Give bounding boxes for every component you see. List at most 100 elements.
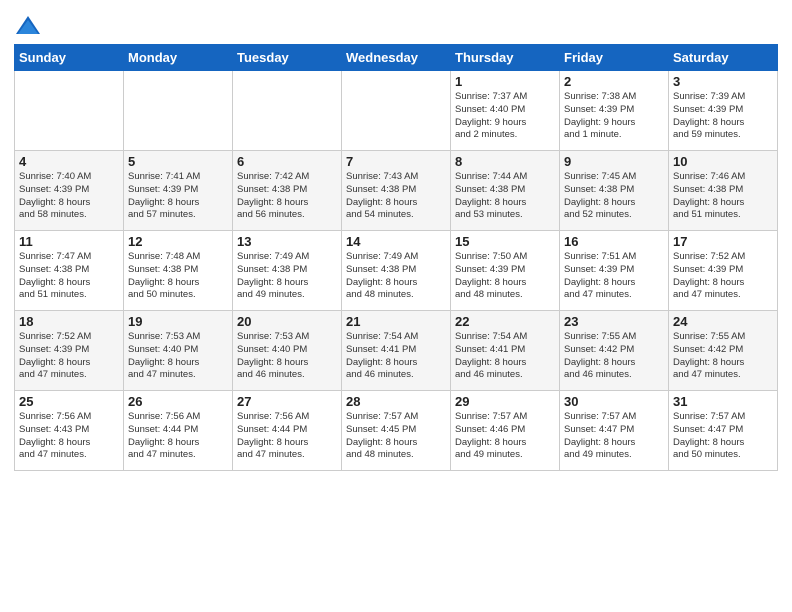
day-number: 12 [128,234,228,249]
day-info: Sunrise: 7:45 AM Sunset: 4:38 PM Dayligh… [564,171,664,222]
calendar-cell: 4Sunrise: 7:40 AM Sunset: 4:39 PM Daylig… [15,151,124,231]
day-info: Sunrise: 7:46 AM Sunset: 4:38 PM Dayligh… [673,171,773,222]
calendar-cell: 10 Sunrise: 7:46 AM Sunset: 4:38 PM Dayli… [669,151,778,231]
day-number: 30 [564,394,664,409]
day-info: Sunrise: 7:53 AM Sunset: 4:40 PM Dayligh… [237,331,337,382]
calendar-cell [233,71,342,151]
day-info: Sunrise: 7:54 AM Sunset: 4:41 PM Dayligh… [455,331,555,382]
day-info: Sunrise: 7:48 AM Sunset: 4:38 PM Dayligh… [128,251,228,302]
day-info: Sunrise: 7:57 AM Sunset: 4:46 PM Dayligh… [455,411,555,462]
calendar-cell: 8 Sunrise: 7:44 AM Sunset: 4:38 PM Daylig… [451,151,560,231]
day-info: Sunrise: 7:37 AM Sunset: 4:40 PM Dayligh… [455,91,555,142]
day-number: 27 [237,394,337,409]
col-header-monday: Monday [124,45,233,71]
calendar-cell: 14 Sunrise: 7:49 AM Sunset: 4:38 PM Dayli… [342,231,451,311]
col-header-wednesday: Wednesday [342,45,451,71]
calendar-cell: 15Sunrise: 7:50 AM Sunset: 4:39 PM Dayli… [451,231,560,311]
day-info: Sunrise: 7:41 AM Sunset: 4:39 PM Dayligh… [128,171,228,222]
day-info: Sunrise: 7:52 AM Sunset: 4:39 PM Dayligh… [673,251,773,302]
day-info: Sunrise: 7:57 AM Sunset: 4:45 PM Dayligh… [346,411,446,462]
day-info: Sunrise: 7:49 AM Sunset: 4:38 PM Dayligh… [237,251,337,302]
day-info: Sunrise: 7:56 AM Sunset: 4:43 PM Dayligh… [19,411,119,462]
calendar-cell [15,71,124,151]
calendar-cell: 13 Sunrise: 7:49 AM Sunset: 4:38 PM Dayli… [233,231,342,311]
day-number: 31 [673,394,773,409]
day-number: 22 [455,314,555,329]
calendar-cell: 25 Sunrise: 7:56 AM Sunset: 4:43 PM Dayli… [15,391,124,471]
calendar-cell: 24 Sunrise: 7:55 AM Sunset: 4:42 PM Dayli… [669,311,778,391]
day-number: 13 [237,234,337,249]
day-number: 1 [455,74,555,89]
calendar-cell: 31Sunrise: 7:57 AM Sunset: 4:47 PM Dayli… [669,391,778,471]
calendar-cell: 6 Sunrise: 7:42 AM Sunset: 4:38 PM Daylig… [233,151,342,231]
day-number: 14 [346,234,446,249]
calendar-cell: 3 Sunrise: 7:39 AM Sunset: 4:39 PM Daylig… [669,71,778,151]
day-info: Sunrise: 7:55 AM Sunset: 4:42 PM Dayligh… [564,331,664,382]
calendar-cell: 28 Sunrise: 7:57 AM Sunset: 4:45 PM Dayli… [342,391,451,471]
col-header-tuesday: Tuesday [233,45,342,71]
day-number: 24 [673,314,773,329]
calendar-cell: 11 Sunrise: 7:47 AM Sunset: 4:38 PM Dayli… [15,231,124,311]
calendar-cell: 2 Sunrise: 7:38 AM Sunset: 4:39 PM Daylig… [560,71,669,151]
day-number: 6 [237,154,337,169]
calendar-cell: 22 Sunrise: 7:54 AM Sunset: 4:41 PM Dayli… [451,311,560,391]
day-info: Sunrise: 7:39 AM Sunset: 4:39 PM Dayligh… [673,91,773,142]
day-info: Sunrise: 7:40 AM Sunset: 4:39 PM Dayligh… [19,171,119,222]
calendar-cell: 20 Sunrise: 7:53 AM Sunset: 4:40 PM Dayli… [233,311,342,391]
day-number: 28 [346,394,446,409]
day-info: Sunrise: 7:44 AM Sunset: 4:38 PM Dayligh… [455,171,555,222]
day-info: Sunrise: 7:52 AM Sunset: 4:39 PM Dayligh… [19,331,119,382]
day-number: 23 [564,314,664,329]
day-info: Sunrise: 7:47 AM Sunset: 4:38 PM Dayligh… [19,251,119,302]
main-container: SundayMondayTuesdayWednesdayThursdayFrid… [0,0,792,481]
calendar-cell: 29 Sunrise: 7:57 AM Sunset: 4:46 PM Dayli… [451,391,560,471]
calendar-cell: 30Sunrise: 7:57 AM Sunset: 4:47 PM Dayli… [560,391,669,471]
day-number: 29 [455,394,555,409]
calendar-cell: 21Sunrise: 7:54 AM Sunset: 4:41 PM Dayli… [342,311,451,391]
calendar-cell: 12 Sunrise: 7:48 AM Sunset: 4:38 PM Dayli… [124,231,233,311]
col-header-friday: Friday [560,45,669,71]
day-info: Sunrise: 7:55 AM Sunset: 4:42 PM Dayligh… [673,331,773,382]
calendar-cell [342,71,451,151]
col-header-saturday: Saturday [669,45,778,71]
day-info: Sunrise: 7:56 AM Sunset: 4:44 PM Dayligh… [237,411,337,462]
calendar-cell: 18 Sunrise: 7:52 AM Sunset: 4:39 PM Dayli… [15,311,124,391]
calendar-cell: 19 Sunrise: 7:53 AM Sunset: 4:40 PM Dayli… [124,311,233,391]
calendar-cell: 27 Sunrise: 7:56 AM Sunset: 4:44 PM Dayli… [233,391,342,471]
day-number: 16 [564,234,664,249]
day-number: 18 [19,314,119,329]
day-number: 8 [455,154,555,169]
day-info: Sunrise: 7:38 AM Sunset: 4:39 PM Dayligh… [564,91,664,142]
day-number: 17 [673,234,773,249]
day-number: 5 [128,154,228,169]
col-header-sunday: Sunday [15,45,124,71]
calendar-cell [124,71,233,151]
calendar-week-1: 1 Sunrise: 7:37 AM Sunset: 4:40 PM Daylig… [15,71,778,151]
calendar-cell: 26 Sunrise: 7:56 AM Sunset: 4:44 PM Dayli… [124,391,233,471]
day-number: 15 [455,234,555,249]
calendar-cell: 23 Sunrise: 7:55 AM Sunset: 4:42 PM Dayli… [560,311,669,391]
calendar-week-4: 18 Sunrise: 7:52 AM Sunset: 4:39 PM Dayli… [15,311,778,391]
day-info: Sunrise: 7:56 AM Sunset: 4:44 PM Dayligh… [128,411,228,462]
day-number: 7 [346,154,446,169]
calendar-header-row: SundayMondayTuesdayWednesdayThursdayFrid… [15,45,778,71]
calendar-week-3: 11 Sunrise: 7:47 AM Sunset: 4:38 PM Dayli… [15,231,778,311]
day-number: 9 [564,154,664,169]
day-number: 26 [128,394,228,409]
day-number: 20 [237,314,337,329]
header [14,10,778,38]
day-number: 10 [673,154,773,169]
day-info: Sunrise: 7:49 AM Sunset: 4:38 PM Dayligh… [346,251,446,302]
calendar-cell: 16Sunrise: 7:51 AM Sunset: 4:39 PM Dayli… [560,231,669,311]
calendar-cell: 9 Sunrise: 7:45 AM Sunset: 4:38 PM Daylig… [560,151,669,231]
day-number: 19 [128,314,228,329]
calendar-cell: 1 Sunrise: 7:37 AM Sunset: 4:40 PM Daylig… [451,71,560,151]
calendar-cell: 5 Sunrise: 7:41 AM Sunset: 4:39 PM Daylig… [124,151,233,231]
day-number: 25 [19,394,119,409]
day-info: Sunrise: 7:42 AM Sunset: 4:38 PM Dayligh… [237,171,337,222]
day-number: 11 [19,234,119,249]
day-number: 3 [673,74,773,89]
calendar-cell: 17 Sunrise: 7:52 AM Sunset: 4:39 PM Dayli… [669,231,778,311]
day-info: Sunrise: 7:53 AM Sunset: 4:40 PM Dayligh… [128,331,228,382]
day-number: 2 [564,74,664,89]
